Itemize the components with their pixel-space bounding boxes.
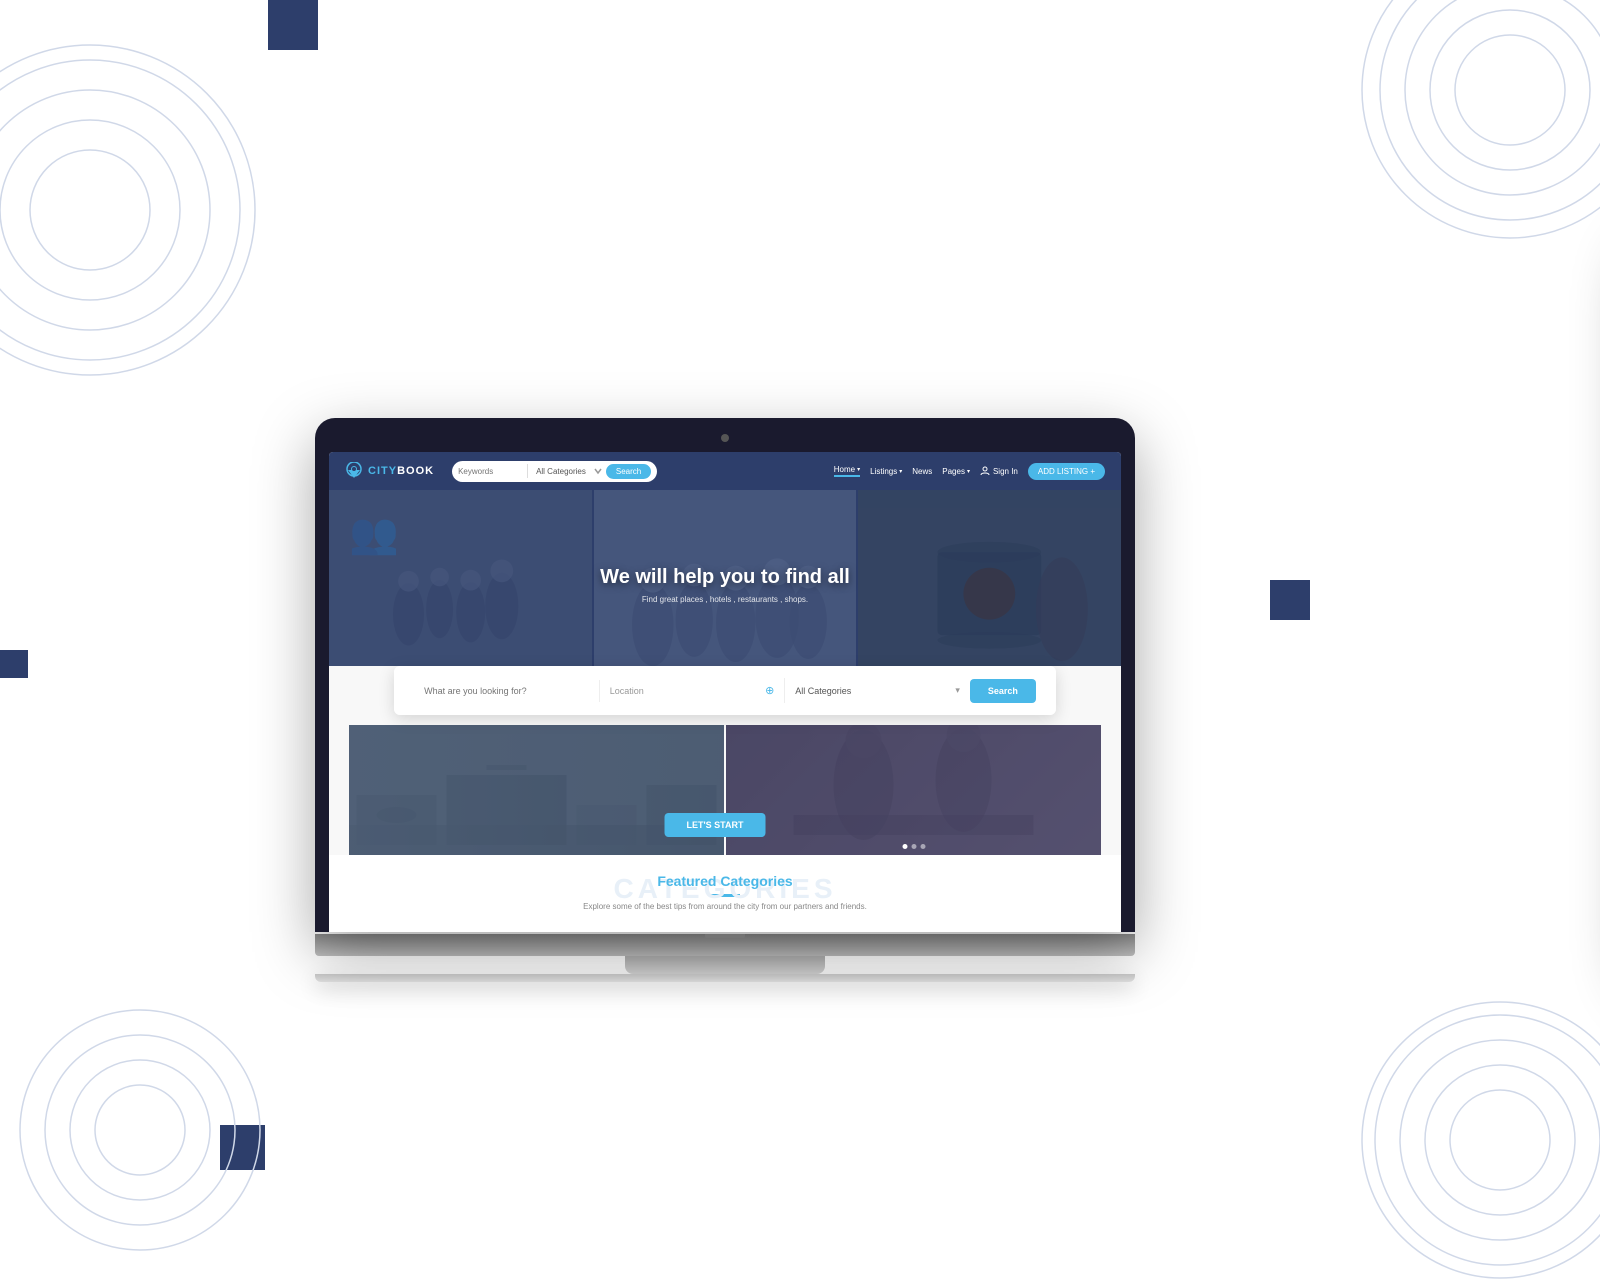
laptop-bottom [315, 956, 1135, 974]
people-cafe-photo [726, 725, 1101, 855]
dot-1 [902, 844, 907, 849]
laptop-stand [625, 956, 825, 974]
laptop-hero-title: We will help you to find all [600, 566, 850, 589]
laptop-search-button[interactable]: Search [970, 679, 1036, 703]
dot-2 [911, 844, 916, 849]
photo-strip: LET'S START [349, 725, 1101, 855]
nav-news[interactable]: News [912, 467, 932, 476]
photo-overlay-2 [726, 725, 1101, 855]
search-divider [527, 464, 528, 478]
laptop-base-bar [315, 934, 1135, 956]
category-arrow-icon [594, 467, 602, 475]
laptop-screen: CITYBOOK All Categories Search [329, 452, 1121, 932]
signin-icon [980, 466, 990, 476]
site-nav: Home ▾ Listings ▾ News Pages ▾ [834, 463, 1105, 480]
header-search-bar[interactable]: All Categories Search [452, 461, 657, 482]
laptop-hero-subtitle: Find great places , hotels , restaurants… [642, 595, 808, 604]
categories-section: CATEGORIES Featured Categories Explore s… [329, 855, 1121, 929]
cat-dropdown-arrow: ▾ [955, 685, 960, 696]
nav-listings[interactable]: Listings ▾ [870, 467, 902, 476]
header-category-label: All Categories [532, 467, 590, 476]
laptop-device: CITYBOOK All Categories Search [315, 418, 1135, 982]
laptop-location-input[interactable]: Location ⊕ [600, 678, 786, 703]
nav-home[interactable]: Home ▾ [834, 465, 860, 477]
slide-dots [902, 844, 925, 849]
laptop-foot [315, 974, 1135, 982]
laptop-category-select[interactable]: All Categories ▾ [785, 679, 970, 702]
categories-title: Featured Categories [349, 873, 1101, 889]
laptop-keyword-input[interactable] [414, 680, 600, 702]
nav-signin[interactable]: Sign In [980, 466, 1018, 476]
dot-3 [920, 844, 925, 849]
header-keyword-input[interactable] [458, 467, 523, 476]
nav-pages[interactable]: Pages ▾ [942, 467, 970, 476]
logo-pin-icon [345, 462, 363, 480]
hero-text-overlay: We will help you to find all Find great … [329, 490, 1121, 680]
site-logo: CITYBOOK [345, 462, 434, 480]
laptop-search-bar: Location ⊕ All Categories ▾ Search [394, 666, 1056, 715]
location-pin-icon: ⊕ [765, 684, 774, 697]
laptop-body: CITYBOOK All Categories Search [315, 418, 1135, 932]
site-header: CITYBOOK All Categories Search [329, 452, 1121, 490]
laptop-camera [721, 434, 729, 442]
header-search-button[interactable]: Search [606, 464, 651, 479]
lets-start-button[interactable]: LET'S START [665, 813, 766, 837]
logo-text: CITYBOOK [368, 465, 434, 477]
add-listing-button[interactable]: ADD LISTING + [1028, 463, 1105, 480]
laptop-hero: We will help you to find all Find great … [329, 490, 1121, 680]
